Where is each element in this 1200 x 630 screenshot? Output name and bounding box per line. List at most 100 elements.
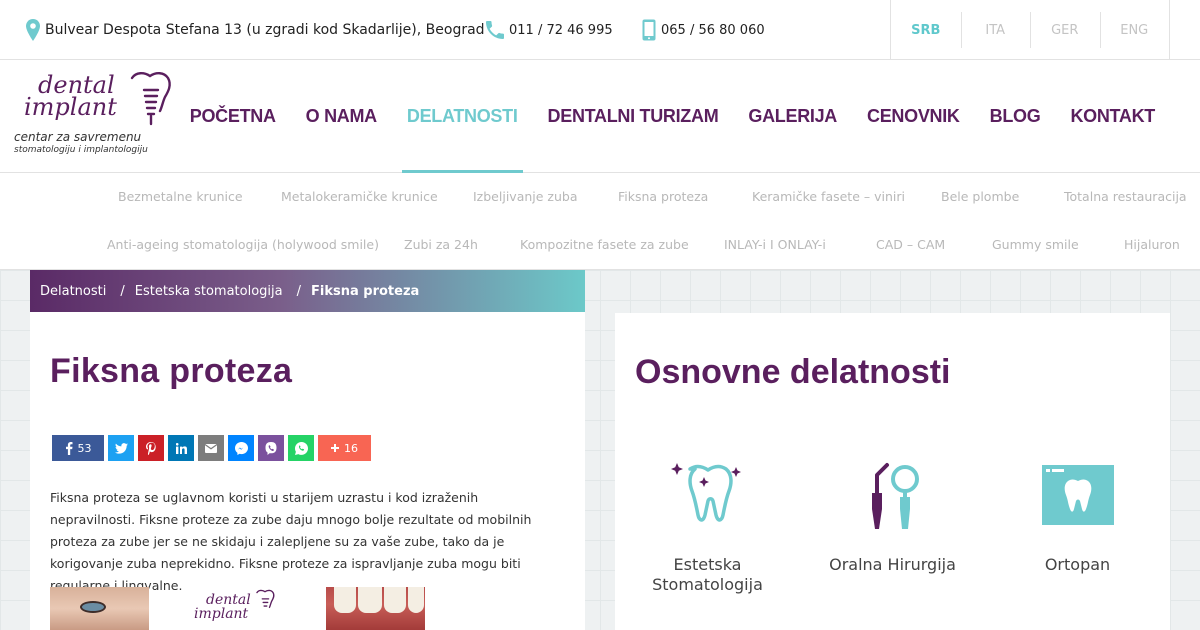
share-more-button[interactable]: 16 [318, 435, 371, 461]
subnav-item[interactable]: Izbeljivanje zuba [473, 173, 578, 221]
lang-ger[interactable]: GER [1030, 0, 1100, 60]
service-label-line2: Stomatologija [652, 575, 763, 594]
email-icon [205, 443, 217, 453]
lang-ita[interactable]: ITA [960, 0, 1031, 60]
phone-text: 011 / 72 46 995 [509, 22, 613, 38]
subnav-item[interactable]: Gummy smile [992, 221, 1079, 269]
logo-tagline-1: centar za savremenu [14, 130, 142, 144]
article-gallery: dental implant [50, 587, 464, 630]
mobile-phone-icon [642, 19, 656, 41]
whatsapp-icon [294, 441, 308, 455]
logo[interactable]: dental implant centar za savremenu stoma… [14, 70, 184, 160]
services-subnav: Bezmetalne krunice Metalokeramičke kruni… [0, 173, 1200, 270]
nav-kontakt[interactable]: KONTAKT [1055, 60, 1170, 173]
breadcrumb-link[interactable]: Delatnosti [40, 284, 106, 299]
main-nav: POČETNA O NAMA DELATNOSTI DENTALNI TURIZ… [175, 60, 1170, 173]
subnav-item[interactable]: Metalokeramičke krunice [281, 173, 438, 221]
pinterest-icon [146, 441, 156, 455]
thumb-logo-line2: implant [194, 606, 249, 622]
share-pinterest-button[interactable] [138, 435, 164, 461]
address-text: Bulvear Despota Stefana 13 (u zgradi kod… [45, 22, 485, 38]
logo-tagline-2: stomatologiju i implantologiju [14, 145, 148, 155]
viber-icon [265, 441, 277, 455]
subnav-item[interactable]: INLAY-i I ONLAY-i [724, 221, 826, 269]
language-switcher: SRB ITA GER ENG [890, 0, 1170, 60]
page-title: Fiksna proteza [50, 352, 293, 390]
nav-blog[interactable]: BLOG [975, 60, 1056, 173]
subnav-item[interactable]: Bele plombe [941, 173, 1019, 221]
subnav-item[interactable]: Totalna restauracija [1064, 173, 1187, 221]
mobile-text: 065 / 56 80 060 [661, 22, 765, 38]
subnav-row-1: Bezmetalne krunice Metalokeramičke kruni… [0, 173, 1200, 221]
article-card: Delatnosti / Estetska stomatologija / Fi… [30, 270, 585, 630]
nav-o-nama[interactable]: O NAMA [291, 60, 392, 173]
subnav-item[interactable]: Fiksna proteza [618, 173, 708, 221]
nav-cenovnik[interactable]: CENOVNIK [852, 60, 975, 173]
nav-galerija[interactable]: GALERIJA [733, 60, 852, 173]
subnav-item[interactable]: CAD – CAM [876, 221, 945, 269]
top-bar: Bulvear Despota Stefana 13 (u zgradi kod… [0, 0, 1200, 60]
subnav-item[interactable]: Zubi za 24h [404, 221, 478, 269]
implant-tooth-icon [130, 72, 171, 126]
subnav-row-2: Anti-ageing stomatologija (holywood smil… [0, 221, 1200, 269]
implant-tooth-icon [256, 589, 275, 609]
gallery-image-teeth[interactable] [326, 587, 425, 630]
mobile-phone[interactable]: 065 / 56 80 060 [642, 0, 765, 60]
share-messenger-button[interactable] [228, 435, 254, 461]
breadcrumb: Delatnosti / Estetska stomatologija / Fi… [30, 270, 585, 312]
facebook-count: 53 [77, 441, 92, 455]
plus-icon [331, 444, 339, 452]
service-ortopan[interactable]: Ortopan [985, 453, 1170, 603]
breadcrumb-current: Fiksna proteza [311, 283, 420, 299]
share-email-button[interactable] [198, 435, 224, 461]
dental-tools-icon [871, 463, 919, 529]
sparkling-tooth-icon [670, 463, 741, 522]
service-estetska[interactable]: Estetska Stomatologija [615, 453, 800, 603]
share-viber-button[interactable] [258, 435, 284, 461]
tooth-graphic [334, 587, 356, 613]
subnav-item[interactable]: Anti-ageing stomatologija (holywood smil… [107, 221, 379, 269]
tooth-graphic [384, 587, 406, 613]
linkedin-icon [175, 442, 187, 454]
x-ray-tooth-icon [1041, 465, 1114, 525]
gallery-image-logo[interactable]: dental implant [188, 587, 287, 630]
service-label-line1: Estetska [673, 555, 742, 574]
subnav-item[interactable]: Keramičke fasete – viniri [752, 173, 905, 221]
share-twitter-button[interactable] [108, 435, 134, 461]
thumb-logo-line1: dental [206, 592, 251, 608]
more-count: 16 [344, 441, 358, 455]
thumb-logo-wordmark: dental implant [194, 593, 251, 621]
tooth-graphic [408, 587, 424, 613]
nav-pocetna[interactable]: POČETNA [175, 60, 291, 173]
nav-delatnosti[interactable]: DELATNOSTI [392, 60, 533, 173]
share-facebook-button[interactable]: 53 [52, 435, 104, 461]
lang-srb[interactable]: SRB [891, 0, 961, 60]
eye-graphic [80, 601, 106, 613]
lang-eng[interactable]: ENG [1099, 0, 1170, 60]
share-buttons: 53 16 [52, 435, 375, 461]
phone[interactable]: 011 / 72 46 995 [486, 0, 613, 60]
address: Bulvear Despota Stefana 13 (u zgradi kod… [26, 0, 485, 60]
phone-icon [486, 21, 504, 39]
services-card: Osnovne delatnosti Estetska Stomatologij… [615, 313, 1170, 630]
share-linkedin-button[interactable] [168, 435, 194, 461]
article-body: Fiksna proteza se uglavnom koristi u sta… [50, 490, 532, 593]
facebook-icon [65, 441, 72, 455]
gallery-image-face[interactable] [50, 587, 149, 630]
breadcrumb-separator: / [296, 283, 302, 299]
services-title: Osnovne delatnosti [635, 353, 951, 391]
service-oralna-hirurgija[interactable]: Oralna Hirurgija [800, 453, 985, 603]
messenger-icon [234, 441, 248, 455]
subnav-item[interactable]: Hijaluron [1124, 221, 1180, 269]
header: dental implant centar za savremenu stoma… [0, 60, 1200, 173]
nav-dentalni-turizam[interactable]: DENTALNI TURIZAM [533, 60, 734, 173]
service-label: Oralna Hirurgija [829, 555, 956, 574]
tooth-graphic [358, 587, 382, 613]
breadcrumb-link[interactable]: Estetska stomatologija [135, 284, 283, 299]
subnav-item[interactable]: Kompozitne fasete za zube [520, 221, 689, 269]
breadcrumb-separator: / [120, 283, 125, 299]
share-whatsapp-button[interactable] [288, 435, 314, 461]
service-label: Ortopan [1044, 555, 1111, 574]
subnav-item[interactable]: Bezmetalne krunice [118, 173, 243, 221]
logo-wordmark: dental implant [24, 73, 117, 119]
